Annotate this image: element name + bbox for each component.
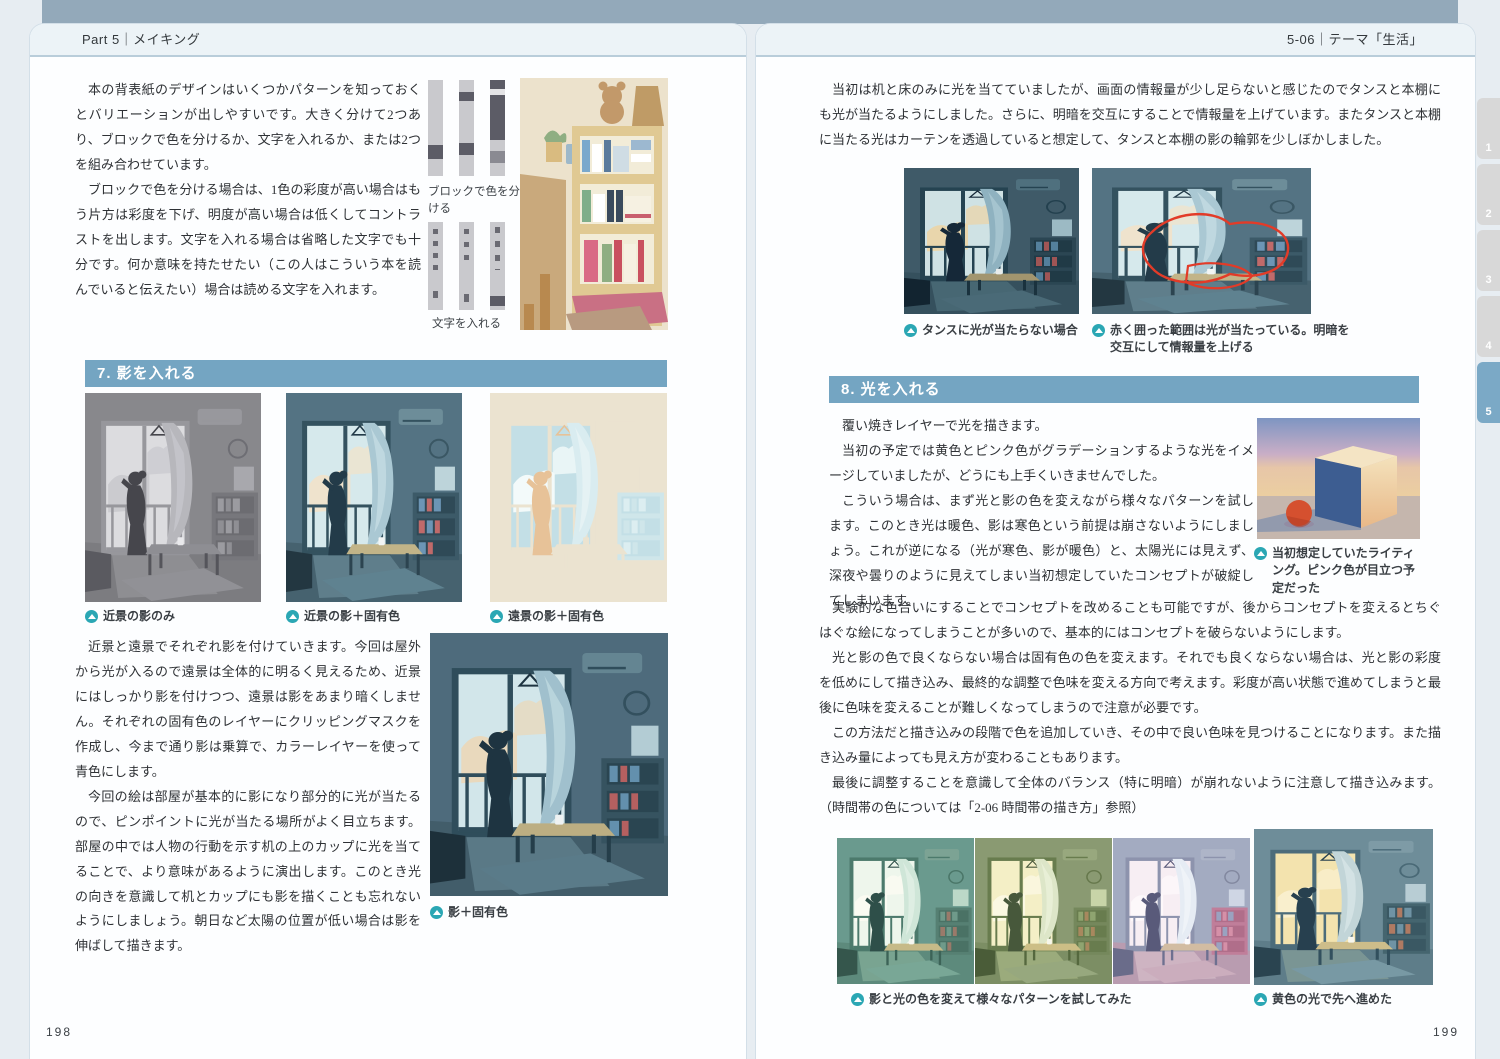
image-far-shadow-color [490, 393, 667, 602]
image-tansu-no-light [904, 168, 1079, 314]
page-number-left: 198 [46, 1025, 72, 1039]
spine-block-caption: ブロックで色を分ける [428, 184, 520, 219]
caption-marker-icon [1254, 993, 1267, 1006]
paragraph: 本の背表紙のデザインはいくつかパターンを知っておくとバリエーションが出しやすいで… [75, 78, 421, 178]
caption-shadow-plus-color: 影＋固有色 [430, 904, 630, 921]
paragraph: 実験的な色合いにすることでコンセプトを改めることも可能ですが、後からコンセプトを… [819, 596, 1441, 646]
paragraph: ブロックで色を分ける場合は、1色の彩度が高い場合はもう片方は彩度を下げ、明度が高… [75, 178, 421, 303]
image-pattern-teal [837, 838, 974, 984]
book-spread: Part 5｜メイキング 本の背表紙のデザインはいくつかパターンを知っておくとバ… [0, 0, 1500, 1059]
caption-near-shadow: 近景の影のみ [85, 608, 265, 625]
caption-marker-icon [1092, 324, 1105, 337]
section-7-header: 7. 影を入れる [85, 360, 667, 387]
paragraph: 光と影の色で良くならない場合は固有色の色を変えます。それでも良くならない場合は、… [819, 646, 1441, 721]
spine-text-diagram [428, 222, 505, 310]
paragraph: 当初は机と床のみに光を当てていましたが、画面の情報量が少し足らないと感じたのでタ… [819, 78, 1441, 153]
chapter-tab-2: 2 [1477, 164, 1500, 225]
paragraph: 最後に調整することを意識して全体のバランス（特に明暗）が崩れないように注意して描… [819, 771, 1441, 821]
image-shadow-plus-color [430, 633, 668, 896]
page-right: 5-06｜テーマ「生活」 当初は机と床のみに光を当てていましたが、画面の情報量が… [756, 24, 1475, 1059]
page-left-header: Part 5｜メイキング [30, 24, 746, 57]
left-body-text: 近景と遠景でそれぞれ影を付けていきます。今回は屋外から光が入るので遠景は全体的に… [75, 635, 421, 959]
paragraph: 当初の予定では黄色とピンク色がグラデーションするような光をイメージしていましたが… [829, 439, 1254, 489]
paragraph: 覆い焼きレイヤーで光を描きます。 [829, 414, 1254, 439]
right-intro-text: 当初は机と床のみに光を当てていましたが、画面の情報量が少し足らないと感じたのでタ… [819, 78, 1441, 153]
top-strip [42, 0, 1458, 24]
image-red-outline [1092, 168, 1311, 314]
chapter-tab-5-active: 5 [1477, 362, 1500, 423]
spine-bar [428, 80, 443, 176]
paragraph: 今回の絵は部屋が基本的に影になり部分的に光が当たるので、ピンポイントに光が当たる… [75, 785, 421, 960]
cube-lighting-illustration [1257, 418, 1420, 539]
image-near-shadow-only [85, 393, 261, 602]
section-8-header: 8. 光を入れる [829, 376, 1419, 403]
caption-marker-icon [286, 610, 299, 623]
caption-marker-icon [851, 993, 864, 1006]
right-mid-text: 実験的な色合いにすることでコンセプトを改めることも可能ですが、後からコンセプトを… [819, 596, 1441, 821]
caption-red-outline: 赤く囲った範囲は光が当たっている。明暗を交互にして情報量を上げる [1092, 322, 1360, 357]
caption-near-shadow-color: 近景の影＋固有色 [286, 608, 476, 625]
spine-bar [428, 222, 443, 310]
image-pattern-yellowgreen [975, 838, 1112, 984]
page-number-right: 199 [1433, 1025, 1459, 1039]
caption-patterns: 影と光の色を変えて様々なパターンを試してみた [851, 991, 1237, 1008]
spine-bar [490, 222, 505, 310]
spine-block-diagram [428, 80, 505, 176]
chapter-tab-1: 1 [1477, 98, 1500, 159]
caption-marker-icon [85, 610, 98, 623]
caption-marker-icon [490, 610, 503, 623]
paragraph: 近景と遠景でそれぞれ影を付けていきます。今回は屋外から光が入るので遠景は全体的に… [75, 635, 421, 785]
spine-bar [490, 80, 505, 176]
chapter-tab-3: 3 [1477, 230, 1500, 291]
spine-bar [459, 222, 474, 310]
caption-tansu: タンスに光が当たらない場合 [904, 322, 1084, 339]
left-intro-text: 本の背表紙のデザインはいくつかパターンを知っておくとバリエーションが出しやすいで… [75, 78, 421, 303]
chapter-tab-4: 4 [1477, 296, 1500, 357]
image-pattern-pink [1113, 838, 1250, 984]
image-yellow-light [1254, 829, 1433, 985]
caption-far-shadow-color: 遠景の影＋固有色 [490, 608, 680, 625]
caption-marker-icon [430, 906, 443, 919]
red-outline-annotation [1092, 168, 1311, 314]
caption-marker-icon [1254, 547, 1267, 560]
spine-bar [459, 80, 474, 176]
right-section8-text: 覆い焼きレイヤーで光を描きます。 当初の予定では黄色とピンク色がグラデーションす… [829, 414, 1254, 614]
paragraph: この方法だと描き込みの段階で色を追加していき、その中で良い色味を見つけることにな… [819, 721, 1441, 771]
page-right-header: 5-06｜テーマ「生活」 [756, 24, 1475, 57]
caption-marker-icon [904, 324, 917, 337]
image-near-shadow-color [286, 393, 462, 602]
bookshelf-illustration [520, 78, 668, 330]
caption-cube: 当初想定していたライティング。ピンク色が目立つ予定だった [1254, 545, 1426, 597]
caption-yellow-light: 黄色の光で先へ進めた [1254, 991, 1444, 1008]
page-left: Part 5｜メイキング 本の背表紙のデザインはいくつかパターンを知っておくとバ… [30, 24, 746, 1059]
paragraph: こういう場合は、まず光と影の色を変えながら様々なパターンを試します。このとき光は… [829, 489, 1254, 614]
